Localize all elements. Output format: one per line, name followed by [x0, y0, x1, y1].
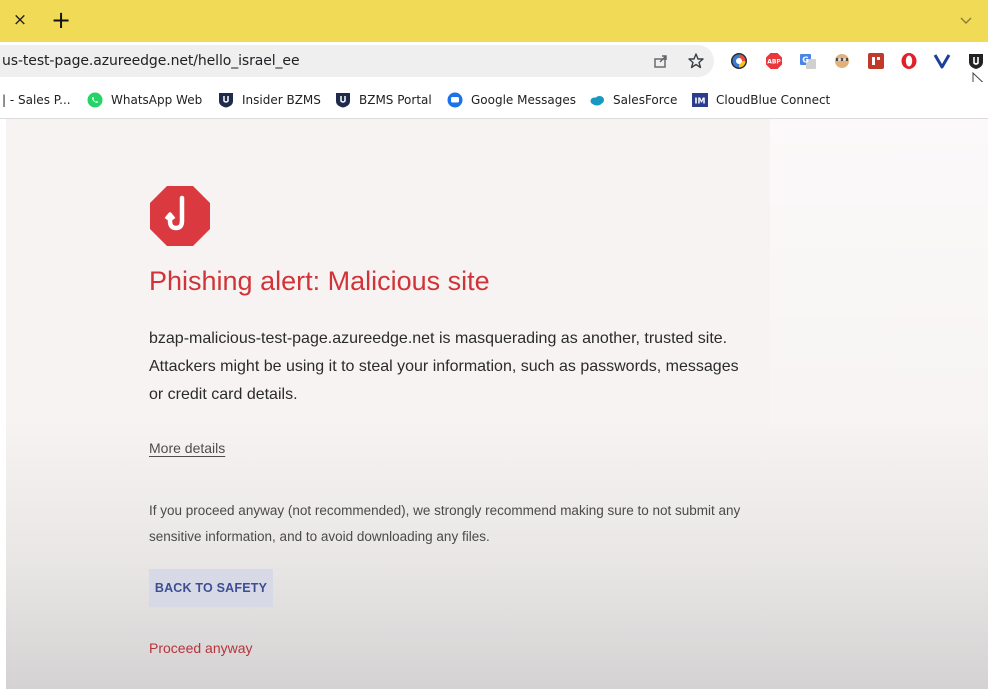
bookmark-label: BZMS Portal	[359, 93, 432, 107]
chrome-color-extension-icon[interactable]	[729, 51, 749, 71]
bookmark-label: Insider BZMS	[242, 93, 321, 107]
bookmarks-bar: | - Sales P... WhatsApp Web Insider BZMS…	[0, 82, 988, 119]
star-icon[interactable]	[686, 51, 706, 71]
bookmark-label: WhatsApp Web	[111, 93, 203, 107]
alert-description: bzap-malicious-test-page.azureedge.net i…	[149, 330, 739, 403]
proceed-anyway-link[interactable]: Proceed anyway	[149, 640, 253, 656]
browser-toolbar: us-test-page.azureedge.net/hello_israel_…	[0, 42, 988, 82]
more-details-link[interactable]: More details	[149, 440, 225, 456]
page-title: Phishing alert: Malicious site	[149, 266, 490, 296]
whatsapp-icon	[87, 92, 103, 108]
svg-text:G: G	[802, 56, 809, 65]
bookmark-item-insider-bzms[interactable]: Insider BZMS	[218, 82, 321, 118]
phishing-warning-page: Phishing alert: Malicious site bzap-mali…	[0, 119, 988, 689]
tab-search-chevron-icon[interactable]	[956, 10, 976, 30]
svg-text:IM: IM	[695, 97, 706, 106]
salesforce-cloud-icon	[590, 96, 604, 106]
bookmark-item-cloudblue[interactable]: IM CloudBlue Connect	[692, 82, 830, 118]
im-icon: IM	[692, 93, 708, 107]
url-text[interactable]: us-test-page.azureedge.net/hello_israel_…	[2, 45, 300, 77]
adblock-plus-extension-icon[interactable]: ABP	[764, 51, 784, 71]
tab-strip: × +	[0, 0, 988, 42]
bookmark-item-google-messages[interactable]: Google Messages	[447, 82, 576, 118]
google-messages-icon	[447, 92, 463, 108]
vee-extension-icon[interactable]	[932, 51, 952, 71]
bzms-shield-icon	[336, 93, 350, 108]
bookmark-item-salesforce[interactable]: SalesForce	[589, 82, 677, 118]
bookmark-item-whatsapp[interactable]: WhatsApp Web	[87, 82, 202, 118]
translate-extension-icon[interactable]: G	[798, 51, 818, 71]
proceed-warning-text: If you proceed anyway (not recommended),…	[149, 503, 741, 544]
bookmark-label: CloudBlue Connect	[716, 93, 831, 107]
bookmark-item-bzms-portal[interactable]: BZMS Portal	[335, 82, 432, 118]
red-square-extension-icon[interactable]	[866, 51, 886, 71]
svg-text:ABP: ABP	[767, 59, 781, 66]
phishing-hook-octagon-icon	[150, 186, 210, 246]
face-extension-icon[interactable]	[832, 51, 852, 71]
page-background-shade	[770, 119, 988, 689]
bookmark-label: | - Sales P...	[2, 93, 71, 107]
share-icon[interactable]	[651, 51, 671, 71]
bookmark-label: SalesForce	[613, 93, 678, 107]
new-tab-button[interactable]: +	[49, 6, 73, 34]
bookmark-label: Google Messages	[471, 93, 576, 107]
address-bar[interactable]: us-test-page.azureedge.net/hello_israel_…	[0, 45, 714, 77]
bzms-shield-extension-icon[interactable]	[966, 51, 986, 71]
page-left-edge	[0, 119, 6, 689]
bzms-shield-icon	[219, 93, 233, 108]
opera-extension-icon[interactable]	[899, 51, 919, 71]
back-to-safety-button[interactable]: BACK TO SAFETY	[149, 569, 273, 607]
close-tab-icon[interactable]: ×	[10, 8, 30, 32]
bookmark-item-sales[interactable]: | - Sales P...	[2, 82, 71, 118]
